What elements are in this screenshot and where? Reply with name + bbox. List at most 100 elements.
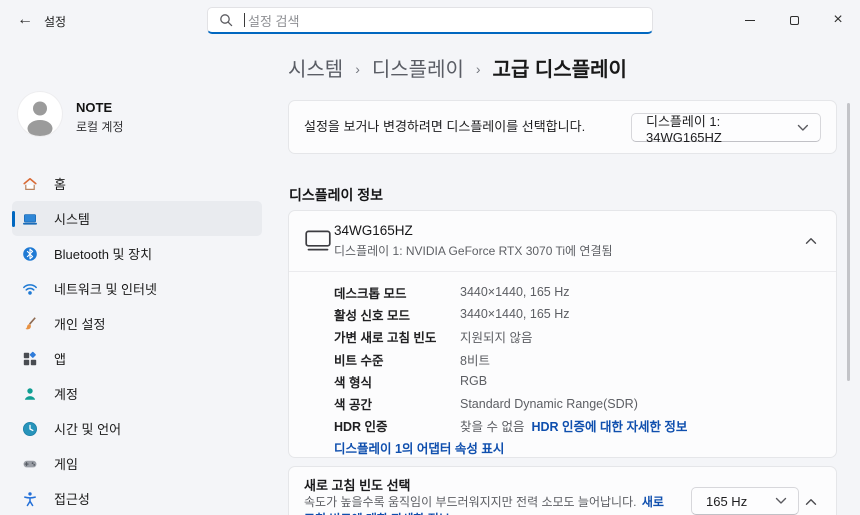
settings-window: ← 설정 설정 검색 × NOTE 로컬 계정 홈 xyxy=(0,0,860,515)
sidebar-item-label: 게임 xyxy=(54,454,78,473)
scrollbar[interactable] xyxy=(847,103,850,381)
info-label: 활성 신호 모드 xyxy=(334,305,460,324)
info-label: 비트 수준 xyxy=(334,350,460,369)
info-row-variable-refresh: 가변 새로 고침 빈도 지원되지 않음 xyxy=(334,326,820,348)
display-info-header[interactable]: 34WG165HZ 디스플레이 1: NVIDIA GeForce RTX 30… xyxy=(289,211,836,271)
display-select-dropdown[interactable]: 디스플레이 1: 34WG165HZ xyxy=(631,113,821,142)
search-icon xyxy=(219,13,233,27)
display-select-label: 설정을 보거나 변경하려면 디스플레이를 선택합니다. xyxy=(304,101,585,153)
sidebar-item-label: Bluetooth 및 장치 xyxy=(54,244,152,263)
sidebar-item-apps[interactable]: 앱 xyxy=(12,341,262,376)
sidebar-item-network-internet[interactable]: 네트워크 및 인터넷 xyxy=(12,271,262,306)
user-name: NOTE xyxy=(76,100,112,115)
refresh-rate-value: 165 Hz xyxy=(706,494,747,509)
chevron-up-icon xyxy=(805,237,817,245)
info-row-color-space: 색 공간 Standard Dynamic Range(SDR) xyxy=(334,392,820,414)
info-row-desktop-mode: 데스크톱 모드 3440×1440, 165 Hz xyxy=(334,281,820,303)
display-info-section-title: 디스플레이 정보 xyxy=(289,185,383,205)
chevron-up-icon xyxy=(805,498,817,506)
breadcrumb-display[interactable]: 디스플레이 xyxy=(372,53,464,82)
refresh-rate-card: 새로 고침 빈도 선택 속도가 높을수록 움직임이 부드러워지지만 전력 소모도… xyxy=(288,466,837,515)
page-title: 고급 디스플레이 xyxy=(493,53,627,82)
maximize-icon xyxy=(790,16,799,25)
maximize-button[interactable] xyxy=(772,0,816,40)
sidebar-item-accounts[interactable]: 계정 xyxy=(12,376,262,411)
apps-icon xyxy=(22,351,38,367)
sidebar-item-label: 네트워크 및 인터넷 xyxy=(54,279,157,298)
main-content: 시스템 › 디스플레이 › 고급 디스플레이 설정을 보거나 변경하려면 디스플… xyxy=(288,40,837,515)
minimize-button[interactable] xyxy=(728,0,772,40)
sidebar-item-label: 시간 및 언어 xyxy=(54,419,121,438)
sidebar-item-label: 앱 xyxy=(54,349,66,368)
breadcrumb-system[interactable]: 시스템 xyxy=(288,53,343,82)
info-label: 데스크톱 모드 xyxy=(334,283,460,302)
sidebar-item-bluetooth-devices[interactable]: Bluetooth 및 장치 xyxy=(12,236,262,271)
sidebar-item-accessibility[interactable]: 접근성 xyxy=(12,481,262,515)
sidebar-item-label: 개인 설정 xyxy=(54,314,105,333)
adapter-properties-link[interactable]: 디스플레이 1의 어댑터 속성 표시 xyxy=(334,438,504,457)
info-row-color-format: 색 형식 RGB xyxy=(334,370,820,392)
info-row-hdr-certification: HDR 인증 찾을 수 없음 HDR 인증에 대한 자세한 정보 xyxy=(334,415,820,437)
sidebar-item-gaming[interactable]: 게임 xyxy=(12,446,262,481)
sidebar-item-label: 접근성 xyxy=(54,489,90,508)
search-placeholder: 설정 검색 xyxy=(248,11,299,30)
window-controls: × xyxy=(728,0,860,40)
display-info-rows: 데스크톱 모드 3440×1440, 165 Hz 활성 신호 모드 3440×… xyxy=(334,281,820,437)
minimize-icon xyxy=(745,20,755,21)
hdr-info-link[interactable]: HDR 인증에 대한 자세한 정보 xyxy=(531,416,687,435)
sidebar-item-label: 홈 xyxy=(54,174,66,193)
bluetooth-icon xyxy=(22,246,38,262)
info-value: 지원되지 않음 xyxy=(460,327,532,346)
sidebar-item-time-language[interactable]: 시간 및 언어 xyxy=(12,411,262,446)
accessibility-icon xyxy=(22,491,38,507)
user-icon xyxy=(18,92,62,136)
info-row-active-signal-mode: 활성 신호 모드 3440×1440, 165 Hz xyxy=(334,303,820,325)
info-value: RGB xyxy=(460,374,487,388)
sidebar-item-system[interactable]: 시스템 xyxy=(12,201,262,236)
display-select-card: 설정을 보거나 변경하려면 디스플레이를 선택합니다. 디스플레이 1: 34W… xyxy=(288,100,837,154)
clock-icon xyxy=(22,421,38,437)
display-info-card: 34WG165HZ 디스플레이 1: NVIDIA GeForce RTX 30… xyxy=(288,210,837,458)
sidebar-item-label: 계정 xyxy=(54,384,78,403)
monitor-name: 34WG165HZ xyxy=(334,223,413,238)
refresh-rate-description-text: 속도가 높을수록 움직임이 부드러워지지만 전력 소모도 늘어납니다. xyxy=(304,495,636,509)
monitor-connection: 디스플레이 1: NVIDIA GeForce RTX 3070 Ti에 연결됨 xyxy=(334,242,613,259)
refresh-rate-title: 새로 고침 빈도 선택 xyxy=(304,475,411,494)
back-arrow-icon: ← xyxy=(17,11,33,29)
refresh-rate-dropdown[interactable]: 165 Hz xyxy=(691,487,799,515)
search-input[interactable]: 설정 검색 xyxy=(207,7,653,34)
info-label: 색 형식 xyxy=(334,372,460,391)
breadcrumb-separator: › xyxy=(476,59,481,77)
info-label: 색 공간 xyxy=(334,394,460,413)
info-label: 가변 새로 고침 빈도 xyxy=(334,327,460,346)
text-caret xyxy=(244,13,245,27)
info-value: Standard Dynamic Range(SDR) xyxy=(460,397,638,411)
info-value: 3440×1440, 165 Hz xyxy=(460,307,569,321)
breadcrumb: 시스템 › 디스플레이 › 고급 디스플레이 xyxy=(288,53,627,82)
info-value: 8비트 xyxy=(460,350,490,369)
sidebar-item-label: 시스템 xyxy=(54,209,90,228)
home-icon xyxy=(22,176,38,192)
collapse-button[interactable] xyxy=(796,226,826,256)
titlebar: ← 설정 설정 검색 × xyxy=(0,0,860,40)
monitor-icon xyxy=(305,230,331,257)
chevron-down-icon xyxy=(797,124,809,132)
info-row-bit-depth: 비트 수준 8비트 xyxy=(334,348,820,370)
close-button[interactable]: × xyxy=(816,0,860,40)
system-icon xyxy=(22,211,38,227)
account-icon xyxy=(22,386,38,402)
avatar[interactable] xyxy=(18,92,62,136)
back-button[interactable]: ← xyxy=(8,4,42,36)
divider xyxy=(289,271,836,272)
display-select-value: 디스플레이 1: 34WG165HZ xyxy=(646,111,797,145)
collapse-button[interactable] xyxy=(800,491,822,513)
chevron-down-icon xyxy=(775,497,787,505)
gamepad-icon xyxy=(22,456,38,472)
sidebar-item-personalization[interactable]: 개인 설정 xyxy=(12,306,262,341)
wifi-icon xyxy=(22,281,38,297)
breadcrumb-separator: › xyxy=(355,59,360,77)
sidebar: NOTE 로컬 계정 홈 시스템 Bluetooth 및 장치 네트워크 및 인… xyxy=(0,40,270,515)
refresh-rate-description: 속도가 높을수록 움직임이 부드러워지지만 전력 소모도 늘어납니다. 새로 고… xyxy=(304,494,664,515)
info-value: 3440×1440, 165 Hz xyxy=(460,285,569,299)
sidebar-item-home[interactable]: 홈 xyxy=(12,166,262,201)
